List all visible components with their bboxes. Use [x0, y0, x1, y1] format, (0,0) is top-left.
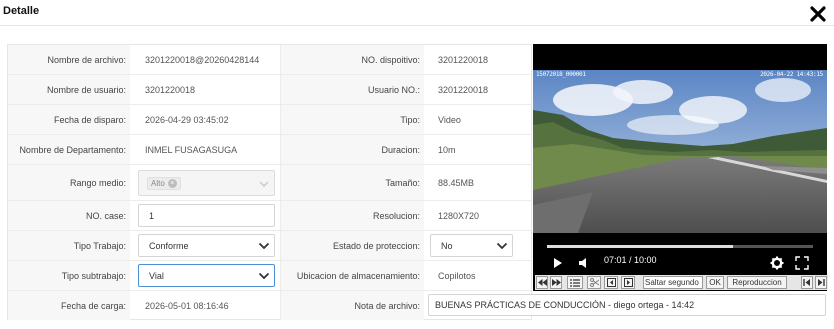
playback-time: 07:01 / 10:00	[604, 255, 657, 265]
detail-row: NO. case: 1 Resolucion: 1280X720	[8, 201, 531, 231]
label-duracion: Duracion:	[280, 135, 424, 164]
no-case-value: 1	[149, 210, 155, 221]
volume-icon	[579, 258, 586, 268]
label-estado-proteccion: Estado de proteccion:	[280, 231, 424, 260]
rango-medio-tag-label: Alto	[151, 178, 165, 188]
frame-forward-button[interactable]	[621, 276, 635, 289]
detail-row: Nombre de usuario: 3201220018 Usuario NO…	[8, 75, 531, 105]
value-resolucion: 1280X720	[438, 210, 480, 221]
tipo-subtrabajo-value: Vial	[149, 270, 164, 281]
value-ubicacion: Copilotos	[438, 270, 476, 281]
rewind-icon	[537, 279, 547, 286]
label-resolucion: Resolucion:	[280, 201, 424, 230]
skip-end-icon	[818, 279, 825, 286]
label-fecha-disparo: Fecha de disparo:	[8, 105, 130, 134]
close-button[interactable]	[810, 6, 826, 22]
clip-button[interactable]	[587, 276, 601, 289]
nota-archivo-value: BUENAS PRÁCTICAS DE CONDUCCIÓN - diego o…	[435, 300, 695, 310]
value-departamento: INMEL FUSAGASUGA	[145, 144, 238, 155]
fullscreen-button[interactable]	[795, 254, 809, 272]
skip-seconds-input[interactable]: Saltar segundo	[643, 276, 703, 289]
skip-end-button[interactable]	[815, 276, 827, 289]
detail-row: Tipo subtrabajo: Vial Ubicacion de almac…	[8, 261, 531, 291]
details-panel: Nombre de archivo: 3201220018@2026042814…	[7, 44, 532, 320]
tipo-trabajo-value: Conforme	[149, 240, 189, 251]
rango-medio-tag: Alto ×	[147, 176, 181, 190]
playback-mode-button[interactable]: Reproduccion	[727, 276, 787, 289]
ok-button[interactable]: OK	[706, 276, 724, 289]
progress-bar[interactable]	[547, 245, 813, 248]
playback-toolbar: Saltar segundo OK Reproduccion	[535, 275, 828, 290]
play-button[interactable]	[553, 254, 563, 272]
label-tamano: Tamaño:	[280, 165, 424, 200]
fast-forward-button[interactable]	[550, 276, 562, 289]
label-nota: Nota de archivo:	[280, 291, 424, 320]
video-frame	[533, 70, 827, 233]
chevron-down-icon	[259, 181, 269, 187]
label-rango-medio: Rango medio:	[8, 165, 130, 200]
value-nombre-usuario: 3201220018	[145, 84, 196, 95]
value-duracion: 10m	[438, 144, 456, 155]
detail-row: Fecha de disparo: 2026-04-29 03:45:02 Ti…	[8, 105, 531, 135]
skip-start-icon	[803, 279, 810, 286]
video-player[interactable]: 15072018_000001 2026-04-22 14:43:15 07:0…	[533, 44, 827, 291]
label-tipo-subtrabajo: Tipo subtrabajo:	[8, 261, 130, 290]
label-fecha-carga: Fecha de carga:	[8, 291, 130, 320]
skip-start-button[interactable]	[801, 276, 813, 289]
tag-remove-icon[interactable]: ×	[167, 178, 177, 188]
frame-back-button[interactable]	[604, 276, 618, 289]
no-case-input[interactable]: 1	[138, 204, 275, 227]
list-button[interactable]	[567, 276, 583, 289]
settings-button[interactable]	[770, 254, 784, 272]
label-tipo: Tipo:	[280, 105, 424, 134]
value-fecha-disparo: 2026-04-29 03:45:02	[145, 114, 229, 125]
value-nombre-archivo: 3201220018@20260428144	[145, 54, 260, 65]
label-tipo-trabajo: Tipo Trabajo:	[8, 231, 130, 260]
tipo-trabajo-select[interactable]: Conforme	[138, 234, 275, 257]
gear-icon	[770, 256, 784, 270]
skip-seconds-placeholder: Saltar segundo	[645, 278, 699, 287]
label-no-dispositivo: NO. dispoitivo:	[280, 45, 424, 74]
frame-back-icon	[606, 278, 616, 287]
play-icon	[554, 258, 562, 268]
label-nombre-archivo: Nombre de archivo:	[8, 45, 130, 74]
list-icon	[570, 278, 580, 287]
scissors-icon	[589, 278, 599, 287]
detail-row: Nombre de archivo: 3201220018@2026042814…	[8, 45, 531, 75]
detail-row: Nombre de Departamento: INMEL FUSAGASUGA…	[8, 135, 531, 165]
value-usuario-no: 3201220018	[438, 84, 489, 95]
tipo-subtrabajo-select[interactable]: Vial	[138, 264, 275, 287]
volume-button[interactable]	[578, 254, 588, 272]
value-tamano: 88.45MB	[438, 177, 475, 188]
detail-row: Rango medio: Alto × Tamaño: 88.45MB	[8, 165, 531, 201]
chevron-down-icon	[258, 242, 270, 250]
nota-archivo-input[interactable]: BUENAS PRÁCTICAS DE CONDUCCIÓN - diego o…	[428, 294, 826, 316]
video-osd-timestamp: 2026-04-22 14:43:15	[760, 71, 823, 78]
label-no-case: NO. case:	[8, 201, 130, 230]
label-usuario-no: Usuario NO.:	[280, 75, 424, 104]
chevron-down-icon	[258, 272, 270, 280]
label-departamento: Nombre de Departamento:	[8, 135, 130, 164]
fast-forward-icon	[551, 279, 561, 286]
fullscreen-icon	[795, 256, 809, 270]
progress-fill	[547, 245, 734, 248]
dialog-header: Detalle	[0, 0, 834, 26]
frame-forward-icon	[623, 278, 633, 287]
label-nombre-usuario: Nombre de usuario:	[8, 75, 130, 104]
dialog-title: Detalle	[3, 5, 40, 17]
value-no-dispositivo: 3201220018	[438, 54, 489, 65]
value-fecha-carga: 2026-05-01 08:16:46	[145, 300, 229, 311]
estado-proteccion-value: No	[441, 240, 453, 251]
close-icon	[810, 6, 826, 22]
chevron-down-icon	[496, 242, 508, 250]
rango-medio-select[interactable]: Alto ×	[138, 170, 275, 196]
value-tipo: Video	[438, 114, 461, 125]
video-osd-id: 15072018_000001	[536, 71, 586, 78]
estado-proteccion-select[interactable]: No	[430, 234, 513, 257]
rewind-button[interactable]	[536, 276, 548, 289]
detail-row: Tipo Trabajo: Conforme Estado de protecc…	[8, 231, 531, 261]
label-ubicacion: Ubicacion de almacenamiento:	[280, 261, 424, 290]
